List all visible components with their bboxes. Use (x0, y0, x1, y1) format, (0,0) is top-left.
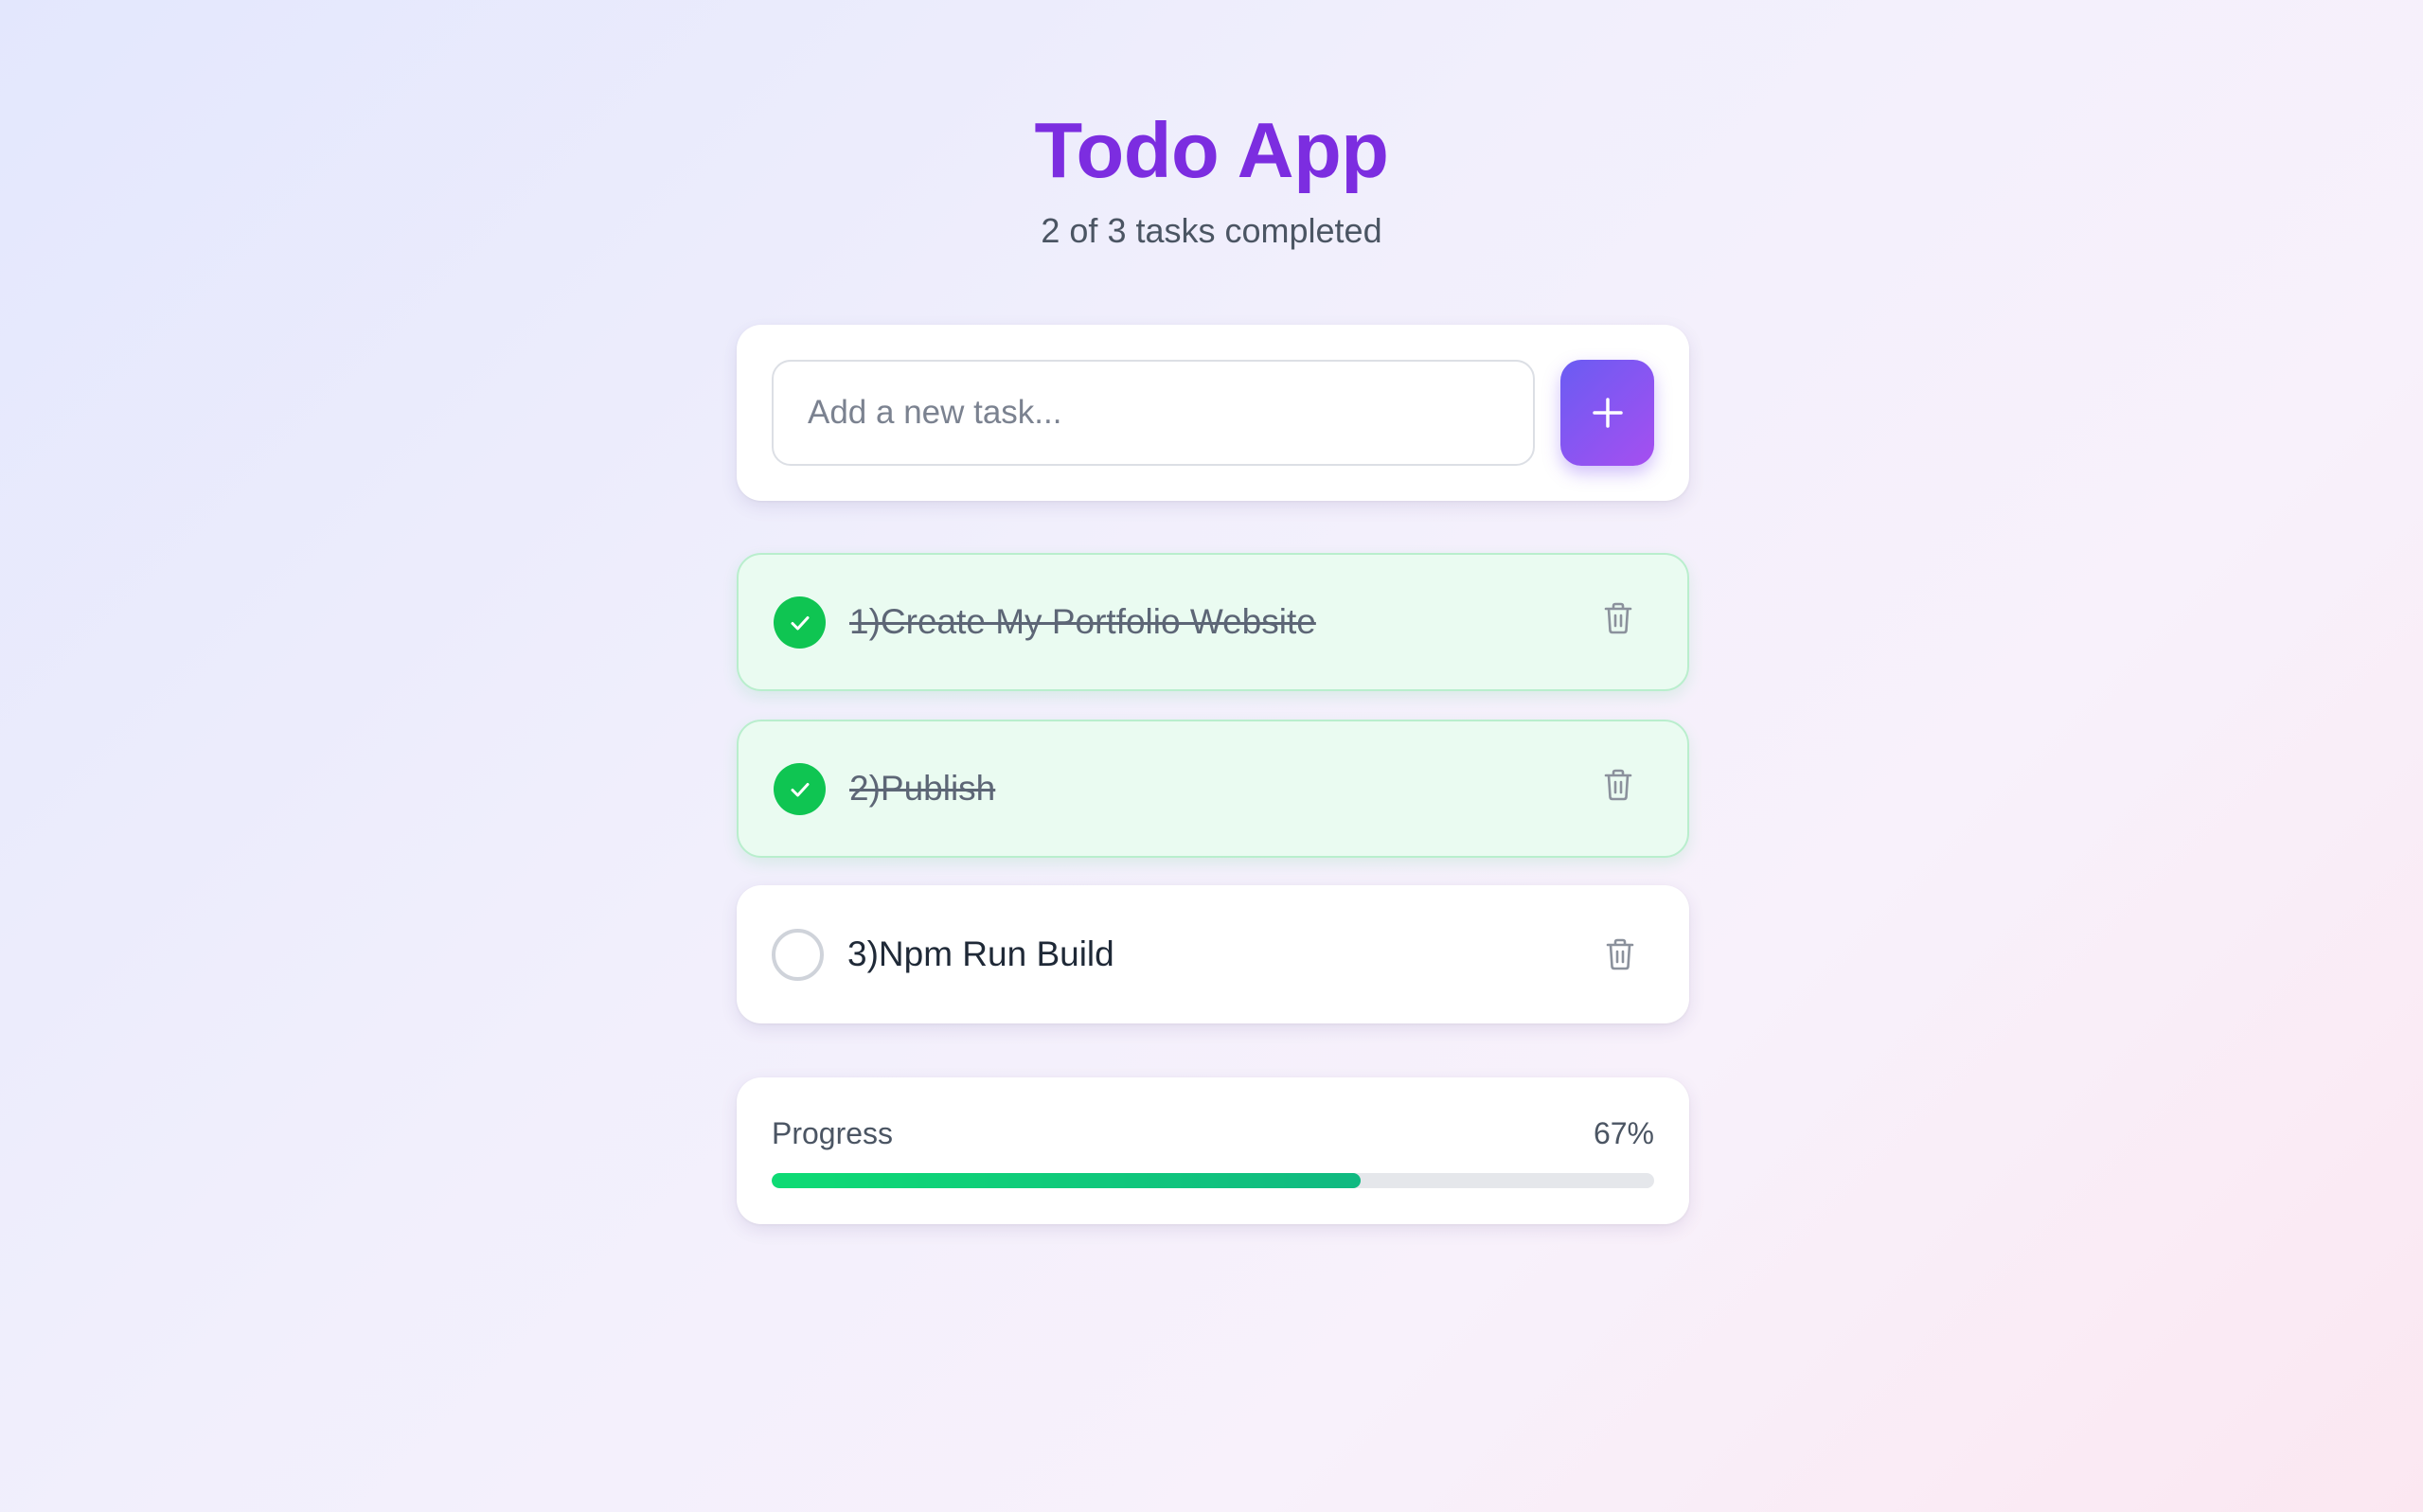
trash-icon (1604, 602, 1632, 634)
task-label: 1)Create My Portfolio Website (849, 602, 1316, 641)
plus-icon (1592, 398, 1623, 428)
new-task-input[interactable] (772, 360, 1535, 466)
task-checkbox-checked[interactable] (774, 763, 826, 815)
progress-bar-fill (772, 1173, 1361, 1188)
progress-percentage: 67% (1593, 1116, 1654, 1150)
delete-task-button[interactable] (1598, 933, 1642, 976)
task-label: 3)Npm Run Build (847, 934, 1114, 973)
delete-task-button[interactable] (1596, 763, 1640, 807)
task-checkbox-unchecked[interactable] (772, 929, 824, 981)
trash-icon (1606, 938, 1634, 970)
task-item: 2)Publish (737, 720, 1689, 858)
checkmark-icon (791, 782, 809, 796)
todo-app: Todo App 2 of 3 tasks completed 1)Create… (0, 0, 2423, 1512)
progress-label: Progress (772, 1116, 894, 1150)
checkmark-icon (791, 615, 809, 630)
task-checkbox-checked[interactable] (774, 596, 826, 649)
header: Todo App 2 of 3 tasks completed (0, 99, 2423, 253)
add-task-button[interactable] (1560, 360, 1654, 466)
trash-icon (1604, 769, 1632, 801)
task-item: 1)Create My Portfolio Website (737, 553, 1689, 691)
add-task-card (737, 325, 1689, 501)
tasks-completed-summary: 2 of 3 tasks completed (1041, 211, 1382, 250)
progress-card: Progress 67% (737, 1077, 1689, 1224)
delete-task-button[interactable] (1596, 596, 1640, 640)
progress-bar (772, 1173, 1654, 1188)
page-title: Todo App (1034, 106, 1389, 194)
task-label: 2)Publish (849, 769, 996, 808)
task-item: 3)Npm Run Build (737, 885, 1689, 1023)
